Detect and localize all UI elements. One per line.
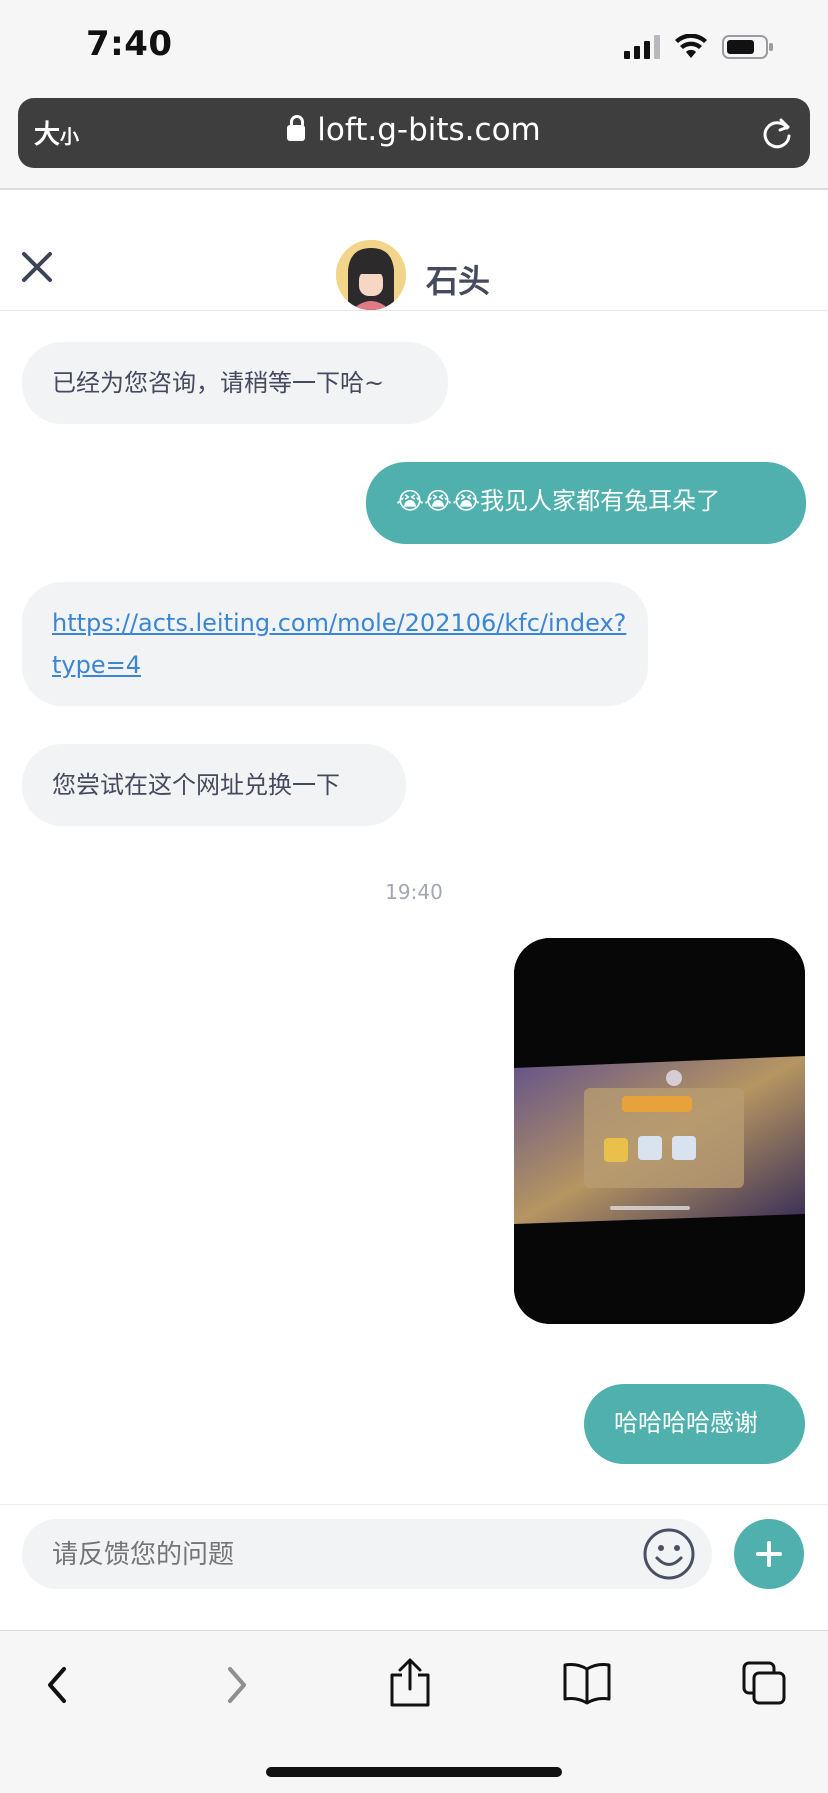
message-input-bar [0,1504,828,1631]
emoji-icon[interactable] [642,1527,696,1581]
user-image-message[interactable] [514,938,805,1324]
add-attachment-button[interactable] [734,1519,804,1589]
agent-message: 您尝试在这个网址兑换一下 [22,744,406,826]
agent-avatar-icon [336,240,406,310]
message-timestamp: 19:40 [385,880,443,904]
close-icon[interactable] [20,250,54,284]
tabs-icon[interactable] [740,1659,788,1707]
user-message: 😭😭😭我见人家都有兔耳朵了 [366,462,806,544]
bookmarks-icon[interactable] [562,1661,612,1705]
lock-icon [287,115,306,141]
message-link[interactable]: https://acts.leiting.com/mole/202106/kfc… [52,602,626,644]
cellular-signal-icon [624,35,660,59]
browser-address-area: 大小 loft.g-bits.com [0,92,828,190]
forward-icon[interactable] [220,1663,254,1707]
agent-name: 石头 [426,262,491,300]
agent-link-message: https://acts.leiting.com/mole/202106/kfc… [22,582,648,706]
agent-avatar [336,240,406,310]
user-message: 哈哈哈哈感谢 [584,1384,805,1464]
message-text: 哈哈哈哈感谢 [614,1409,758,1437]
message-text: 您尝试在这个网址兑换一下 [52,771,340,799]
feedback-input[interactable] [22,1519,712,1589]
image-attachment [514,938,805,1324]
message-text: 😭😭😭我见人家都有兔耳朵了 [396,487,721,515]
chat-header: 石头 [0,190,828,311]
message-text: 已经为您咨询，请稍等一下哈~ [52,369,385,397]
home-indicator [266,1767,562,1777]
status-time: 7:40 [86,24,173,64]
message-link-continuation[interactable]: type=4 [52,644,618,686]
status-icons [624,30,774,64]
status-bar: 7:40 [0,0,828,92]
agent-message: 已经为您咨询，请稍等一下哈~ [22,342,448,424]
url-display[interactable]: loft.g-bits.com [18,112,810,148]
wifi-icon [675,34,707,58]
reload-icon[interactable] [760,116,794,150]
url-text: loft.g-bits.com [317,112,541,148]
address-bar[interactable]: 大小 loft.g-bits.com [18,98,810,168]
back-icon[interactable] [40,1663,74,1707]
share-icon[interactable] [388,1657,432,1709]
battery-icon [722,35,773,59]
